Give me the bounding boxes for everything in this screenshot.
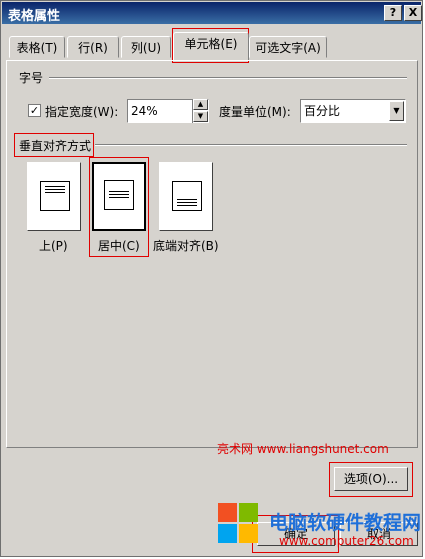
align-top-label: 上(P): [39, 239, 68, 253]
close-button[interactable]: X: [404, 5, 422, 21]
tab-row[interactable]: 行(R): [67, 36, 119, 58]
dialog-title: 表格属性: [8, 9, 61, 24]
brand-url: www.computer26.com: [279, 534, 414, 548]
title-bar: 表格属性 ? X: [2, 2, 422, 24]
tab-alt-text[interactable]: 可选文字(A): [249, 36, 327, 58]
measure-in-value: 百分比: [304, 104, 341, 118]
vertical-alignment-heading: 垂直对齐方式: [19, 139, 92, 153]
alignment-divider: [95, 144, 407, 146]
align-center-icon: [104, 180, 134, 210]
table-properties-dialog: 表格属性 ? X 表格(T) 行(R) 列(U) 单元格(E) 可选文字(A) …: [0, 0, 423, 557]
spin-up-icon[interactable]: ▲: [193, 99, 208, 110]
spin-down-icon[interactable]: ▼: [193, 111, 208, 122]
align-top-button[interactable]: [27, 162, 81, 231]
size-divider: [49, 77, 407, 79]
align-top-icon: [40, 181, 70, 211]
measure-in-select[interactable]: 百分比 ▼: [300, 99, 406, 123]
size-heading: 字号: [19, 71, 44, 85]
align-center-label: 居中(C): [98, 239, 140, 253]
preferred-width-spinner[interactable]: ▲ ▼: [192, 99, 208, 123]
measure-in-label: 度量单位(M):: [219, 105, 291, 119]
watermark-site-text: 亮术网 www.liangshunet.com: [217, 442, 389, 456]
options-button[interactable]: 选项(O)...: [334, 467, 408, 491]
windows-logo-icon: [218, 503, 260, 545]
preferred-width-checkbox[interactable]: ✓: [28, 104, 41, 117]
preferred-width-label: 指定宽度(W):: [45, 105, 119, 119]
help-button[interactable]: ?: [384, 5, 402, 21]
align-bottom-icon: [172, 181, 202, 211]
brand-title: 电脑软硬件教程网: [269, 512, 422, 534]
dropdown-arrow-icon[interactable]: ▼: [389, 101, 404, 121]
align-bottom-button[interactable]: [159, 162, 213, 231]
tab-column[interactable]: 列(U): [121, 36, 171, 58]
tab-table[interactable]: 表格(T): [9, 36, 65, 58]
preferred-width-value: 24%: [131, 104, 158, 118]
align-bottom-label: 底端对齐(B): [153, 239, 219, 253]
tab-cell[interactable]: 单元格(E): [173, 32, 249, 60]
align-center-button[interactable]: [92, 162, 146, 231]
